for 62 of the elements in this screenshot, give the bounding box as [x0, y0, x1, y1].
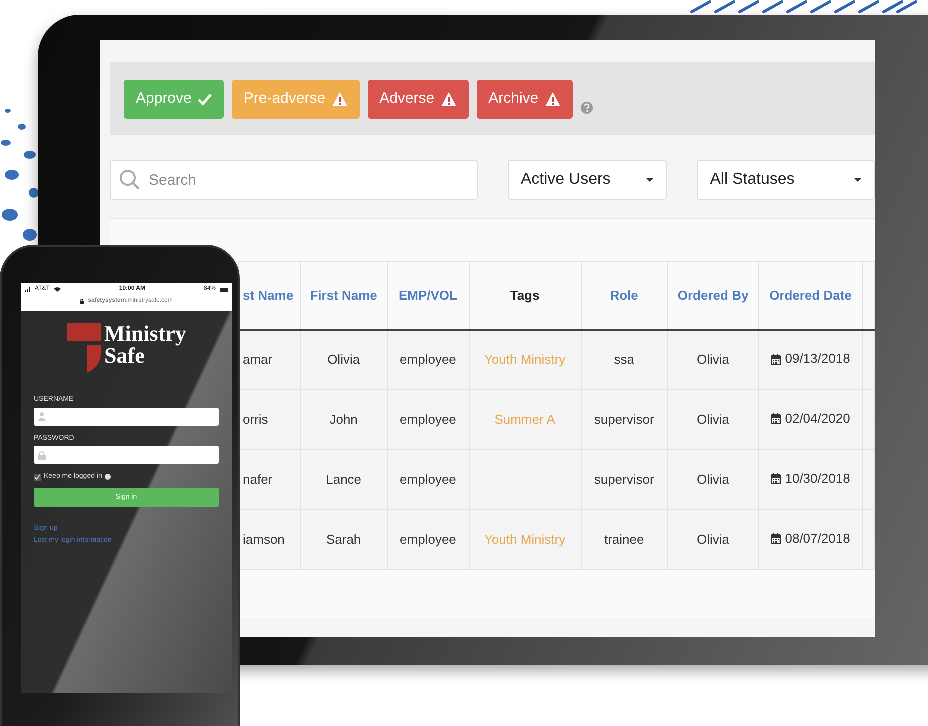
table-cell-text: Lance	[326, 472, 362, 487]
filter-dropdown[interactable]: Active Users	[508, 160, 668, 200]
signal-icon	[25, 287, 31, 292]
table-cell-text: supervisor	[594, 412, 654, 427]
filter-dropdown[interactable]: All Statuses	[697, 160, 875, 200]
date-cell: 10/30/2018	[771, 469, 850, 489]
table-cell-text: supervisor	[594, 472, 654, 487]
date-cell: 08/07/2018	[771, 529, 850, 549]
table-cell-text: ssa	[614, 352, 634, 367]
text-field[interactable]	[34, 446, 219, 464]
column-header: Tags	[469, 262, 582, 330]
lock-icon	[38, 450, 46, 460]
tag-label: Summer A	[494, 412, 556, 427]
calendar-icon	[771, 533, 782, 544]
calendar-icon	[771, 473, 782, 484]
action-button[interactable]: Archive	[476, 80, 573, 119]
warning-icon	[440, 92, 457, 107]
table-cell-text: employee	[400, 412, 456, 427]
search-icon	[119, 169, 140, 190]
table-cell-text: iamson	[243, 532, 285, 547]
table-cell-text: Olivia	[328, 352, 360, 367]
warning-icon	[332, 92, 348, 107]
table-cell-text: Olivia	[697, 472, 730, 487]
column-header[interactable]: Role	[581, 262, 668, 330]
column-header[interactable]: First Name	[300, 262, 388, 330]
action-button[interactable]: Adverse	[368, 80, 469, 119]
calendar-icon	[771, 413, 782, 424]
text-field[interactable]	[34, 408, 219, 426]
person-icon	[38, 412, 46, 421]
checkbox[interactable]	[34, 474, 41, 481]
wifi-icon	[54, 287, 61, 292]
date-cell: 02/04/2020	[771, 409, 850, 429]
table-cell-text: Olivia	[697, 412, 730, 427]
table-cell-text: amar	[243, 352, 273, 367]
table-cell-text: trainee	[604, 532, 644, 547]
logo-text: Ministry Safe	[104, 323, 186, 370]
column-header[interactable]: Ordered Date	[758, 262, 863, 330]
caret-icon	[646, 178, 654, 182]
table-cell-text: nafer	[243, 472, 273, 487]
table-cell-text: John	[330, 412, 358, 427]
table-cell-text: employee	[400, 532, 456, 547]
shield-logo-icon	[66, 323, 101, 373]
table-cell-text: orris	[243, 412, 268, 427]
action-button[interactable]: Approve	[124, 80, 224, 119]
check-icon	[198, 93, 212, 106]
column-header[interactable]: Ordered By	[668, 262, 759, 330]
table-cell-text: employee	[400, 352, 456, 367]
date-cell: 09/13/2018	[771, 349, 850, 369]
search-field[interactable]: Search	[110, 160, 478, 200]
column-header[interactable]: EMP/VOL	[387, 262, 470, 330]
table-cell-text: Olivia	[697, 532, 730, 547]
battery-icon	[220, 288, 228, 292]
calendar-icon	[771, 354, 782, 365]
tag-label: Youth Ministry	[484, 532, 566, 547]
table-cell-text: Olivia	[697, 352, 730, 367]
warning-icon	[544, 92, 561, 107]
lock-icon	[80, 299, 84, 304]
column-header[interactable]: st Name	[238, 262, 300, 330]
table-cell-text: employee	[400, 472, 456, 487]
table-cell-text: Sarah	[326, 532, 362, 547]
tag-label: Youth Ministry	[484, 352, 566, 367]
caret-icon	[854, 178, 862, 182]
